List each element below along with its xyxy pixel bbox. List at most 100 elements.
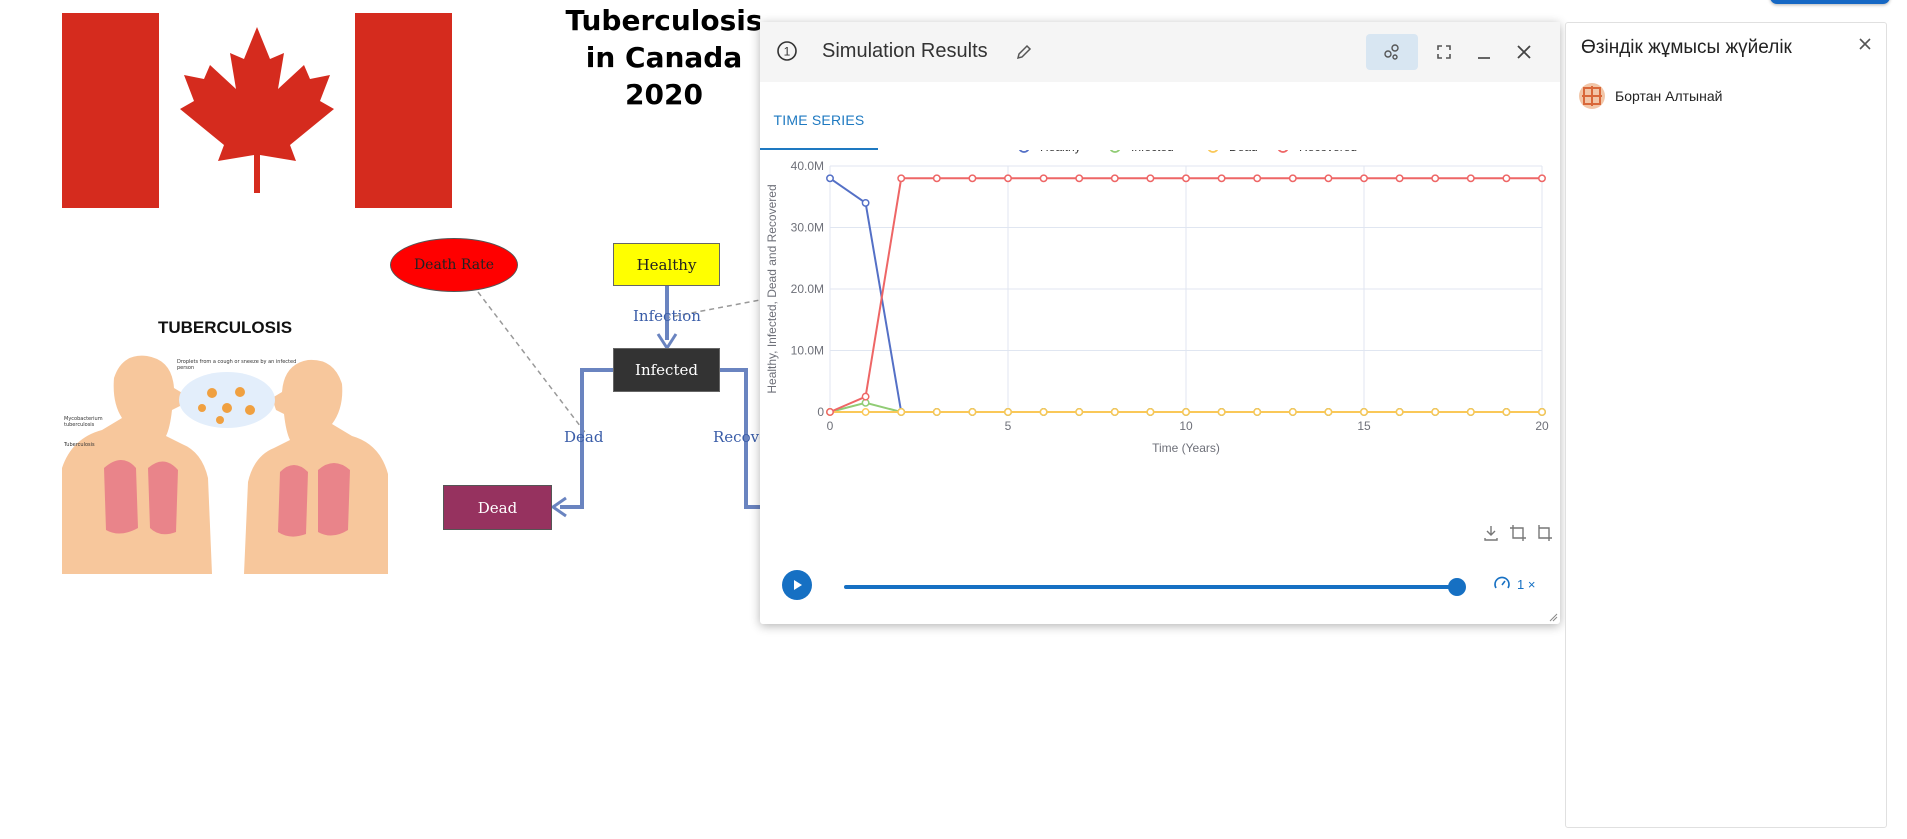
data-point-recovered[interactable] [1502, 174, 1511, 183]
data-point-recovered[interactable] [1075, 174, 1084, 183]
x-axis-label: Time (Years) [1152, 441, 1220, 455]
play-button[interactable] [782, 570, 812, 600]
legend-label-recovered: Recovered [1299, 150, 1357, 154]
data-point-recovered[interactable] [1324, 174, 1333, 183]
data-point-recovered[interactable] [1004, 174, 1012, 183]
death-rate-link[interactable] [477, 291, 588, 436]
y-tick-label: 20.0M [791, 282, 824, 296]
data-point-recovered[interactable] [1431, 174, 1440, 183]
data-point-recovered[interactable] [1466, 174, 1475, 183]
death-rate-label: Death Rate [413, 257, 495, 273]
data-point-dead[interactable] [932, 408, 941, 416]
infected-label: Infected [635, 361, 698, 379]
data-point-dead[interactable] [897, 408, 906, 416]
y-tick-label: 40.0M [791, 159, 824, 173]
crop-icon[interactable] [1509, 524, 1527, 547]
panel-title: Өзіндік жұмысы жүйелік [1581, 37, 1792, 58]
data-point-healthy[interactable] [826, 174, 834, 183]
data-point-recovered[interactable] [1217, 174, 1226, 183]
timeline-slider-thumb[interactable] [1448, 578, 1466, 596]
data-point-recovered[interactable] [897, 174, 906, 183]
download-icon[interactable] [1482, 524, 1500, 547]
dialog-header[interactable]: 1 Simulation Results [760, 22, 1560, 82]
data-point-dead[interactable] [1146, 408, 1155, 416]
data-point-dead[interactable] [861, 408, 870, 416]
data-point-dead[interactable] [1075, 408, 1084, 416]
close-icon[interactable] [1858, 35, 1872, 56]
healthy-stock[interactable]: Healthy [613, 243, 720, 286]
dead-flow-label[interactable]: Dead [564, 428, 603, 446]
data-point-dead[interactable] [1110, 408, 1119, 416]
data-point-dead[interactable] [1217, 408, 1226, 416]
legend-marker-recovered[interactable] [1277, 150, 1289, 153]
data-point-dead[interactable] [1253, 408, 1262, 416]
data-point-dead[interactable] [1360, 408, 1368, 416]
data-point-healthy[interactable] [861, 198, 870, 207]
data-point-recovered[interactable] [1182, 174, 1190, 183]
legend-label-healthy: Healthy [1040, 150, 1081, 154]
data-point-recovered[interactable] [1039, 174, 1048, 183]
playback-speed-label: 1 × [1517, 576, 1536, 592]
y-tick-label: 0 [817, 405, 824, 419]
illustration-title: TUBERCULOSIS [157, 318, 293, 337]
fullscreen-icon[interactable] [1426, 34, 1462, 70]
data-point-dead[interactable] [1182, 408, 1190, 416]
data-point-recovered[interactable] [1253, 174, 1262, 183]
legend-marker-infected[interactable] [1109, 150, 1121, 153]
illustration-caption: Droplets from a cough or sneeze by an in… [177, 359, 297, 371]
time-series-chart[interactable]: 0 10.0M 20.0M 30.0M 40.0M 0 5 10 15 20 Time (Years… [760, 150, 1560, 570]
simulation-results-dialog[interactable]: 1 Simulation Results TIME SERIES 0 10.0M 2… [760, 22, 1560, 624]
legend-marker-healthy[interactable] [1018, 150, 1030, 153]
member-name: Бортан Алтынай [1615, 88, 1723, 104]
dead-stock[interactable]: Dead [443, 485, 552, 530]
data-point-recovered[interactable] [1110, 174, 1119, 183]
data-point-recovered[interactable] [826, 408, 834, 416]
close-icon[interactable] [1506, 34, 1542, 70]
x-tick-label: 20 [1535, 419, 1549, 433]
data-point-dead[interactable] [1004, 408, 1012, 416]
play-icon [794, 580, 802, 590]
y-axis-label: Healthy, Infected, Dead and Recovered [765, 184, 779, 393]
data-point-recovered[interactable] [1538, 174, 1546, 183]
legend-label-infected: Infected [1131, 150, 1174, 154]
timeline-slider[interactable] [844, 585, 1458, 589]
illustration-caption: Tuberculosis [64, 442, 95, 448]
data-point-dead[interactable] [968, 408, 977, 416]
infected-stock[interactable]: Infected [613, 348, 720, 392]
death-rate-node[interactable]: Death Rate [390, 238, 518, 292]
data-point-recovered[interactable] [1360, 174, 1368, 183]
data-point-dead[interactable] [1502, 408, 1511, 416]
data-point-dead[interactable] [1039, 408, 1048, 416]
dialog-title: Simulation Results [822, 40, 988, 62]
data-point-dead[interactable] [1431, 408, 1440, 416]
data-point-dead[interactable] [1395, 408, 1404, 416]
edit-pencil-icon[interactable] [1006, 34, 1042, 70]
minimize-icon[interactable] [1466, 34, 1502, 70]
data-point-recovered[interactable] [1395, 174, 1404, 183]
svg-text:1: 1 [784, 45, 791, 59]
tab-time-series[interactable]: TIME SERIES [760, 90, 878, 150]
info-circle-icon[interactable]: 1 [776, 40, 798, 67]
playback-speed-control[interactable]: 1 × [1493, 575, 1535, 593]
legend-label-dead: Dead [1229, 150, 1258, 154]
data-point-recovered[interactable] [932, 174, 941, 183]
data-point-dead[interactable] [1288, 408, 1297, 416]
illustration-caption: Mycobacterium tuberculosis [64, 416, 103, 428]
restore-crop-icon[interactable] [1535, 524, 1553, 547]
legend-marker-dead[interactable] [1207, 150, 1219, 153]
y-tick-label: 30.0M [791, 221, 824, 235]
data-point-recovered[interactable] [1146, 174, 1155, 183]
data-point-dead[interactable] [1538, 408, 1546, 416]
data-point-dead[interactable] [1324, 408, 1333, 416]
data-point-recovered[interactable] [1288, 174, 1297, 183]
avatar-icon [1579, 83, 1605, 109]
sharing-icon[interactable] [1366, 34, 1418, 70]
resize-handle-icon[interactable] [1548, 612, 1558, 622]
infection-flow-label[interactable]: Infection [633, 307, 701, 325]
member-item[interactable]: Бортан Алтынай [1579, 83, 1722, 109]
data-point-dead[interactable] [1466, 408, 1475, 416]
top-right-button[interactable] [1770, 0, 1890, 4]
data-point-recovered[interactable] [968, 174, 977, 183]
data-point-recovered[interactable] [861, 392, 870, 401]
x-tick-label: 5 [1005, 419, 1012, 433]
